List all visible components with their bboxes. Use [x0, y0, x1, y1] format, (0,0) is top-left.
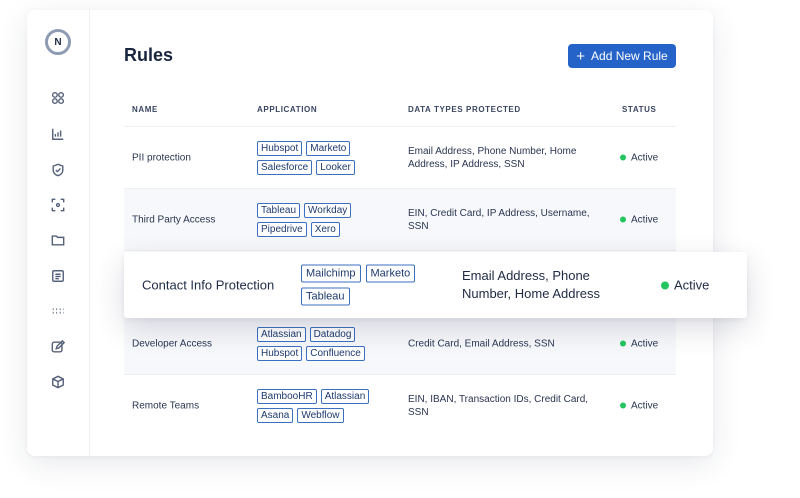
scan-icon[interactable]	[50, 197, 66, 213]
app-tag[interactable]: Atlassian	[257, 326, 306, 342]
table-row[interactable]: Third Party Access Tableau Workday Piped…	[124, 188, 676, 250]
highlighted-rule-row[interactable]: Contact Info Protection Mailchimp Market…	[124, 252, 747, 318]
status-label: Active	[631, 214, 659, 225]
data-types: EIN, Credit Card, IP Address, Username, …	[408, 207, 590, 232]
status-label: Active	[631, 152, 659, 163]
sidebar: N	[27, 10, 90, 456]
data-types: EIN, IBAN, Transaction IDs, Credit Card,…	[408, 393, 589, 418]
app-tag[interactable]: Looker	[316, 159, 355, 175]
column-header-application: APPLICATION	[257, 105, 318, 114]
column-header-data-types: DATA TYPES PROTECTED	[408, 105, 521, 114]
app-tag[interactable]: BambooHR	[257, 388, 317, 404]
table-row[interactable]: Remote Teams BambooHR Atlassian Asana We…	[124, 374, 676, 436]
status-badge: Active	[661, 278, 709, 293]
grid-icon[interactable]	[50, 90, 66, 106]
chart-icon[interactable]	[50, 126, 66, 142]
active-dot-icon	[620, 216, 626, 223]
active-dot-icon	[661, 281, 669, 289]
logo-letter: N	[54, 36, 62, 48]
app-tag[interactable]: Confluence	[306, 345, 365, 361]
app-tag[interactable]: Atlassian	[320, 388, 370, 404]
add-new-rule-button[interactable]: + Add New Rule	[568, 44, 676, 68]
plus-icon: +	[576, 47, 586, 65]
app-tag[interactable]: Marketo	[306, 140, 351, 156]
app-tag[interactable]: Workday	[304, 202, 352, 218]
column-header-status: STATUS	[622, 105, 657, 114]
app-tag[interactable]: Asana	[257, 407, 294, 423]
data-types: Email Address, Phone Number, Home Addres…	[462, 268, 601, 301]
app-tag[interactable]: Xero	[310, 221, 340, 237]
cube-icon[interactable]	[50, 374, 66, 390]
active-dot-icon	[620, 340, 626, 347]
app-tag[interactable]: Tableau	[301, 287, 350, 306]
app-tag[interactable]: Mailchimp	[301, 264, 361, 283]
app-tags: Atlassian Datadog Hubspot Confluence	[257, 326, 387, 361]
status-label: Active	[674, 277, 710, 293]
app-tag[interactable]: Hubspot	[257, 345, 303, 361]
rules-card: N Rules + Add New Rule NAME APPLICATION …	[27, 10, 713, 456]
folder-icon[interactable]	[50, 232, 66, 248]
page-title: Rules	[124, 45, 174, 65]
app-tag[interactable]: Marketo	[365, 264, 416, 283]
app-tag[interactable]: Pipedrive	[257, 221, 307, 237]
rule-name: Contact Info Protection	[142, 277, 275, 293]
column-header-name: NAME	[132, 105, 158, 114]
edit-icon[interactable]	[50, 339, 66, 355]
app-tags: BambooHR Atlassian Asana Webflow	[257, 388, 387, 423]
app-tag[interactable]: Salesforce	[257, 159, 313, 175]
rule-name: PII protection	[132, 152, 191, 163]
app-tag[interactable]: Datadog	[309, 326, 356, 342]
dots-icon[interactable]	[50, 303, 66, 319]
rule-name: Developer Access	[132, 338, 213, 349]
app-tags: Hubspot Marketo Salesforce Looker	[257, 140, 387, 175]
data-types: Email Address, Phone Number, Home Addres…	[408, 145, 577, 170]
active-dot-icon	[620, 402, 626, 409]
rule-name: Third Party Access	[132, 214, 216, 225]
app-tags: Tableau Workday Pipedrive Xero	[257, 202, 387, 237]
rule-name: Remote Teams	[132, 400, 200, 411]
add-new-rule-label: Add New Rule	[591, 49, 668, 63]
status-label: Active	[631, 338, 659, 349]
document-icon[interactable]	[50, 268, 66, 284]
table-row[interactable]: PII protection Hubspot Marketo Salesforc…	[124, 126, 676, 188]
active-dot-icon	[620, 154, 626, 161]
status-badge: Active	[620, 152, 658, 163]
app-tags: Mailchimp Marketo Tableau	[301, 264, 451, 306]
app-logo[interactable]: N	[45, 29, 71, 55]
app-tag[interactable]: Tableau	[257, 202, 301, 218]
app-tag[interactable]: Hubspot	[257, 140, 303, 156]
status-label: Active	[631, 400, 659, 411]
status-badge: Active	[620, 400, 658, 411]
data-types: Credit Card, Email Address, SSN	[408, 338, 555, 349]
status-badge: Active	[620, 338, 658, 349]
status-badge: Active	[620, 214, 658, 225]
shield-icon[interactable]	[50, 162, 66, 178]
table-row[interactable]: Developer Access Atlassian Datadog Hubsp…	[124, 312, 676, 374]
app-tag[interactable]: Webflow	[297, 407, 344, 423]
